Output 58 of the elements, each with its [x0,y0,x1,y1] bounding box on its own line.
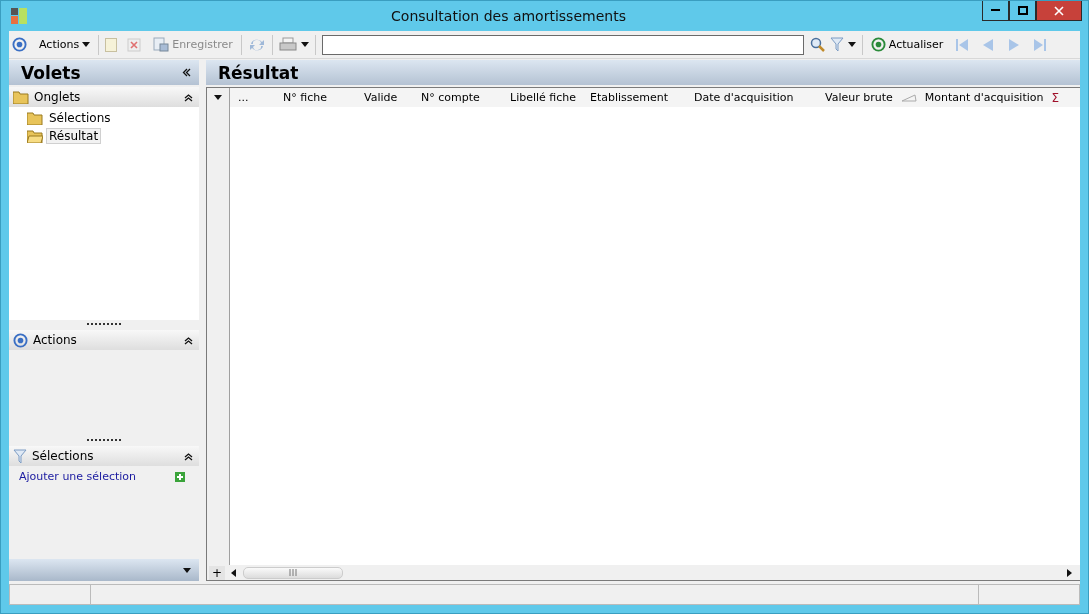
column-header[interactable]: Date d'acquisition [694,91,794,104]
minimize-button[interactable] [982,1,1009,21]
maximize-button[interactable] [1009,1,1036,21]
menu-caret-icon [183,567,191,573]
section-header[interactable]: Actions [9,330,199,350]
panel-title: Volets [21,62,81,83]
add-selection-link[interactable]: Ajouter une sélection [19,470,137,483]
collapse-icon[interactable] [184,335,193,345]
sort-icon [900,93,917,102]
column-header[interactable]: Libellé fiche [510,91,577,104]
column-menu-caret-icon [214,95,222,100]
target-icon [12,37,27,52]
refresh-button[interactable]: Actualiser [868,33,946,56]
collapse-icon[interactable] [184,451,193,461]
filter-icon [829,37,844,52]
close-icon [1054,5,1064,16]
folder-icon [13,90,29,104]
column-header[interactable]: N° compte [421,91,480,104]
scrollbar-thumb[interactable] [243,566,343,579]
window-title: Consultation des amortissements [390,8,627,24]
column-header[interactable]: Etablissement [590,91,669,104]
column-header[interactable]: Montant d'acquisition [924,91,1044,104]
minimize-icon [991,9,1000,12]
search-icon[interactable] [809,36,826,53]
maximize-icon [1017,6,1028,15]
section-header[interactable]: Onglets [9,87,199,107]
column-header[interactable]: N° fiche [283,91,327,104]
add-row-button[interactable]: + [209,565,225,580]
delete-icon[interactable] [127,37,142,52]
scroll-left-icon[interactable] [229,567,239,578]
caret-icon [82,42,91,47]
collapse-icon[interactable] [184,92,193,102]
filter-caret-icon [847,42,856,47]
add-icon[interactable] [175,471,185,482]
column-header[interactable]: Valide [364,91,398,104]
app-logo-icon [11,8,27,24]
close-button[interactable] [1036,1,1082,21]
section-title: Sélections [32,449,95,463]
filter-icon [13,448,27,464]
actions-menu-button[interactable]: Actions [37,33,93,56]
collapse-panel-icon[interactable] [182,68,191,77]
column-header[interactable]: Valeur brute [825,91,893,104]
search-field[interactable] [321,34,804,55]
target-icon [13,332,28,348]
sum-sign: Σ [1051,90,1060,105]
section-title: Onglets [34,90,82,104]
section-title: Actions [33,333,78,347]
refresh-icon [870,37,886,52]
scroll-right-icon[interactable] [1064,567,1074,578]
column-header[interactable]: ... [238,91,249,104]
save-icon [153,37,170,52]
section-header[interactable]: Sélections [9,446,199,466]
print-caret-icon [300,42,309,47]
result-title: Résultat [218,62,299,83]
tree-item[interactable]: Résultat [46,128,102,144]
tree-item[interactable]: Sélections [46,110,114,126]
folder-icon [27,111,43,125]
open-folder-icon [27,129,43,143]
